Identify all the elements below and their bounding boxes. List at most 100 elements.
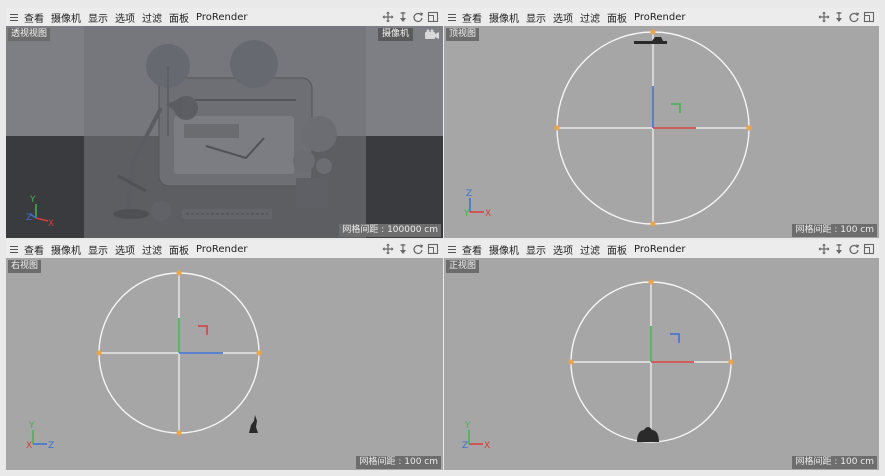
axis-label-y: Y [28, 421, 35, 431]
menu-items: 查看 摄像机 显示 选项 过滤 面板 ProRender [20, 10, 247, 25]
menu-item[interactable]: 过滤 [142, 242, 162, 257]
menu-item[interactable]: 查看 [462, 242, 482, 257]
rotate-view-icon[interactable] [412, 243, 424, 255]
camera-icon[interactable] [424, 29, 440, 40]
spline-point[interactable] [176, 270, 182, 276]
viewport-menubar: 查看 摄像机 显示 选项 过滤 面板 ProRender [444, 240, 879, 258]
front-scene: Y Z X [462, 279, 734, 451]
menu-item[interactable]: 摄像机 [489, 10, 519, 25]
scene-object-silhouette [249, 415, 258, 433]
hamburger-icon[interactable] [8, 240, 20, 258]
scene-object-silhouette [634, 37, 667, 44]
viewport-front[interactable]: 查看 摄像机 显示 选项 过滤 面板 ProRender Y Z X 正视图 网… [444, 240, 879, 470]
axis-label-y: Y [29, 195, 36, 205]
menu-item[interactable]: 面板 [607, 242, 627, 257]
maximize-view-icon[interactable] [427, 243, 439, 255]
front-canvas[interactable]: Y Z X 正视图 网格间距 : 100 cm [444, 258, 879, 470]
axis-label-z: Z [48, 441, 54, 451]
axis-label-x: X [485, 209, 491, 219]
view-label: 右视图 [8, 260, 42, 273]
spline-point[interactable] [650, 29, 656, 35]
spline-point[interactable] [176, 430, 182, 436]
menu-item[interactable]: 过滤 [142, 10, 162, 25]
hamburger-icon[interactable] [446, 8, 458, 26]
camera-label[interactable]: 摄像机 [377, 28, 413, 41]
menu-items: 查看 摄像机 显示 选项 过滤 面板 ProRender [20, 242, 247, 257]
rotate-view-icon[interactable] [848, 11, 860, 23]
menu-item[interactable]: 面板 [169, 10, 189, 25]
menu-items: 查看 摄像机 显示 选项 过滤 面板 ProRender [458, 10, 685, 25]
menu-item[interactable]: 摄像机 [489, 242, 519, 257]
right-scene: Y X Z [26, 270, 262, 451]
scene-object-silhouette [637, 427, 659, 442]
view-label: 透视视图 [8, 28, 51, 41]
viewport-menubar: 查看 摄像机 显示 选项 过滤 面板 ProRender [6, 240, 443, 258]
dolly-view-icon[interactable] [397, 11, 409, 23]
maximize-view-icon[interactable] [427, 11, 439, 23]
spline-point[interactable] [568, 359, 574, 365]
spline-point[interactable] [728, 359, 734, 365]
menu-item[interactable]: 摄像机 [51, 242, 81, 257]
menu-item[interactable]: 显示 [526, 10, 546, 25]
menu-item[interactable]: 选项 [115, 10, 135, 25]
dolly-view-icon[interactable] [833, 243, 845, 255]
spline-point[interactable] [96, 350, 102, 356]
viewport-top[interactable]: 查看 摄像机 显示 选项 过滤 面板 ProRender Z Y X 顶视图 网… [444, 8, 879, 238]
menu-item[interactable]: 摄像机 [51, 10, 81, 25]
spline-point[interactable] [650, 221, 656, 227]
axis-label-z: Z [462, 441, 468, 451]
menu-item[interactable]: 查看 [24, 242, 44, 257]
menu-item[interactable]: 过滤 [580, 242, 600, 257]
menu-item[interactable]: 面板 [607, 10, 627, 25]
menu-item[interactable]: ProRender [634, 244, 685, 255]
menu-item[interactable]: 选项 [115, 242, 135, 257]
menu-item[interactable]: 查看 [24, 10, 44, 25]
spline-point[interactable] [554, 125, 560, 131]
move-view-icon[interactable] [818, 11, 830, 23]
menu-item[interactable]: 显示 [526, 242, 546, 257]
menu-item[interactable]: 显示 [88, 10, 108, 25]
view-navigation-icons [815, 243, 875, 255]
view-label: 正视图 [446, 260, 480, 273]
spline-point[interactable] [648, 279, 654, 285]
top-scene: Z Y X [463, 29, 752, 227]
maximize-view-icon[interactable] [863, 11, 875, 23]
menu-item[interactable]: 查看 [462, 10, 482, 25]
move-view-icon[interactable] [382, 243, 394, 255]
hamburger-icon[interactable] [446, 240, 458, 258]
move-view-icon[interactable] [382, 11, 394, 23]
viewport-perspective[interactable]: 查看 摄像机 显示 选项 过滤 面板 ProRender Y Z X 透视视图 … [6, 8, 443, 238]
dolly-view-icon[interactable] [397, 243, 409, 255]
grid-spacing-readout: 网格间距 : 100 cm [356, 456, 441, 469]
rotate-view-icon[interactable] [412, 11, 424, 23]
maximize-view-icon[interactable] [863, 243, 875, 255]
dolly-view-icon[interactable] [833, 11, 845, 23]
menu-item[interactable]: 选项 [553, 242, 573, 257]
view-navigation-icons [815, 11, 875, 23]
menu-item[interactable]: 面板 [169, 242, 189, 257]
top-canvas[interactable]: Z Y X 顶视图 网格间距 : 100 cm [444, 26, 879, 238]
menu-items: 查看 摄像机 显示 选项 过滤 面板 ProRender [458, 242, 685, 257]
perspective-canvas[interactable]: Y Z X 透视视图 摄像机 网格间距 : 100000 cm [6, 26, 443, 238]
menu-item[interactable]: 显示 [88, 242, 108, 257]
view-navigation-icons [379, 11, 439, 23]
grid-spacing-readout: 网格间距 : 100 cm [792, 224, 877, 237]
axis-label-z: Z [26, 213, 32, 223]
viewport-menubar: 查看 摄像机 显示 选项 过滤 面板 ProRender [444, 8, 879, 26]
axis-label-x: X [26, 441, 32, 451]
spline-point[interactable] [746, 125, 752, 131]
viewport-right[interactable]: 查看 摄像机 显示 选项 过滤 面板 ProRender Y X Z 右视图 网… [6, 240, 443, 470]
menu-item[interactable]: 过滤 [580, 10, 600, 25]
hamburger-icon[interactable] [8, 8, 20, 26]
menu-item[interactable]: 选项 [553, 10, 573, 25]
rotate-view-icon[interactable] [848, 243, 860, 255]
spline-point[interactable] [256, 350, 262, 356]
menu-item[interactable]: ProRender [634, 12, 685, 23]
view-navigation-icons [379, 243, 439, 255]
menu-item[interactable]: ProRender [196, 12, 247, 23]
move-view-icon[interactable] [818, 243, 830, 255]
right-canvas[interactable]: Y X Z 右视图 网格间距 : 100 cm [6, 258, 443, 470]
menu-item[interactable]: ProRender [196, 244, 247, 255]
grid-spacing-readout: 网格间距 : 100 cm [792, 456, 877, 469]
view-label: 顶视图 [446, 28, 480, 41]
